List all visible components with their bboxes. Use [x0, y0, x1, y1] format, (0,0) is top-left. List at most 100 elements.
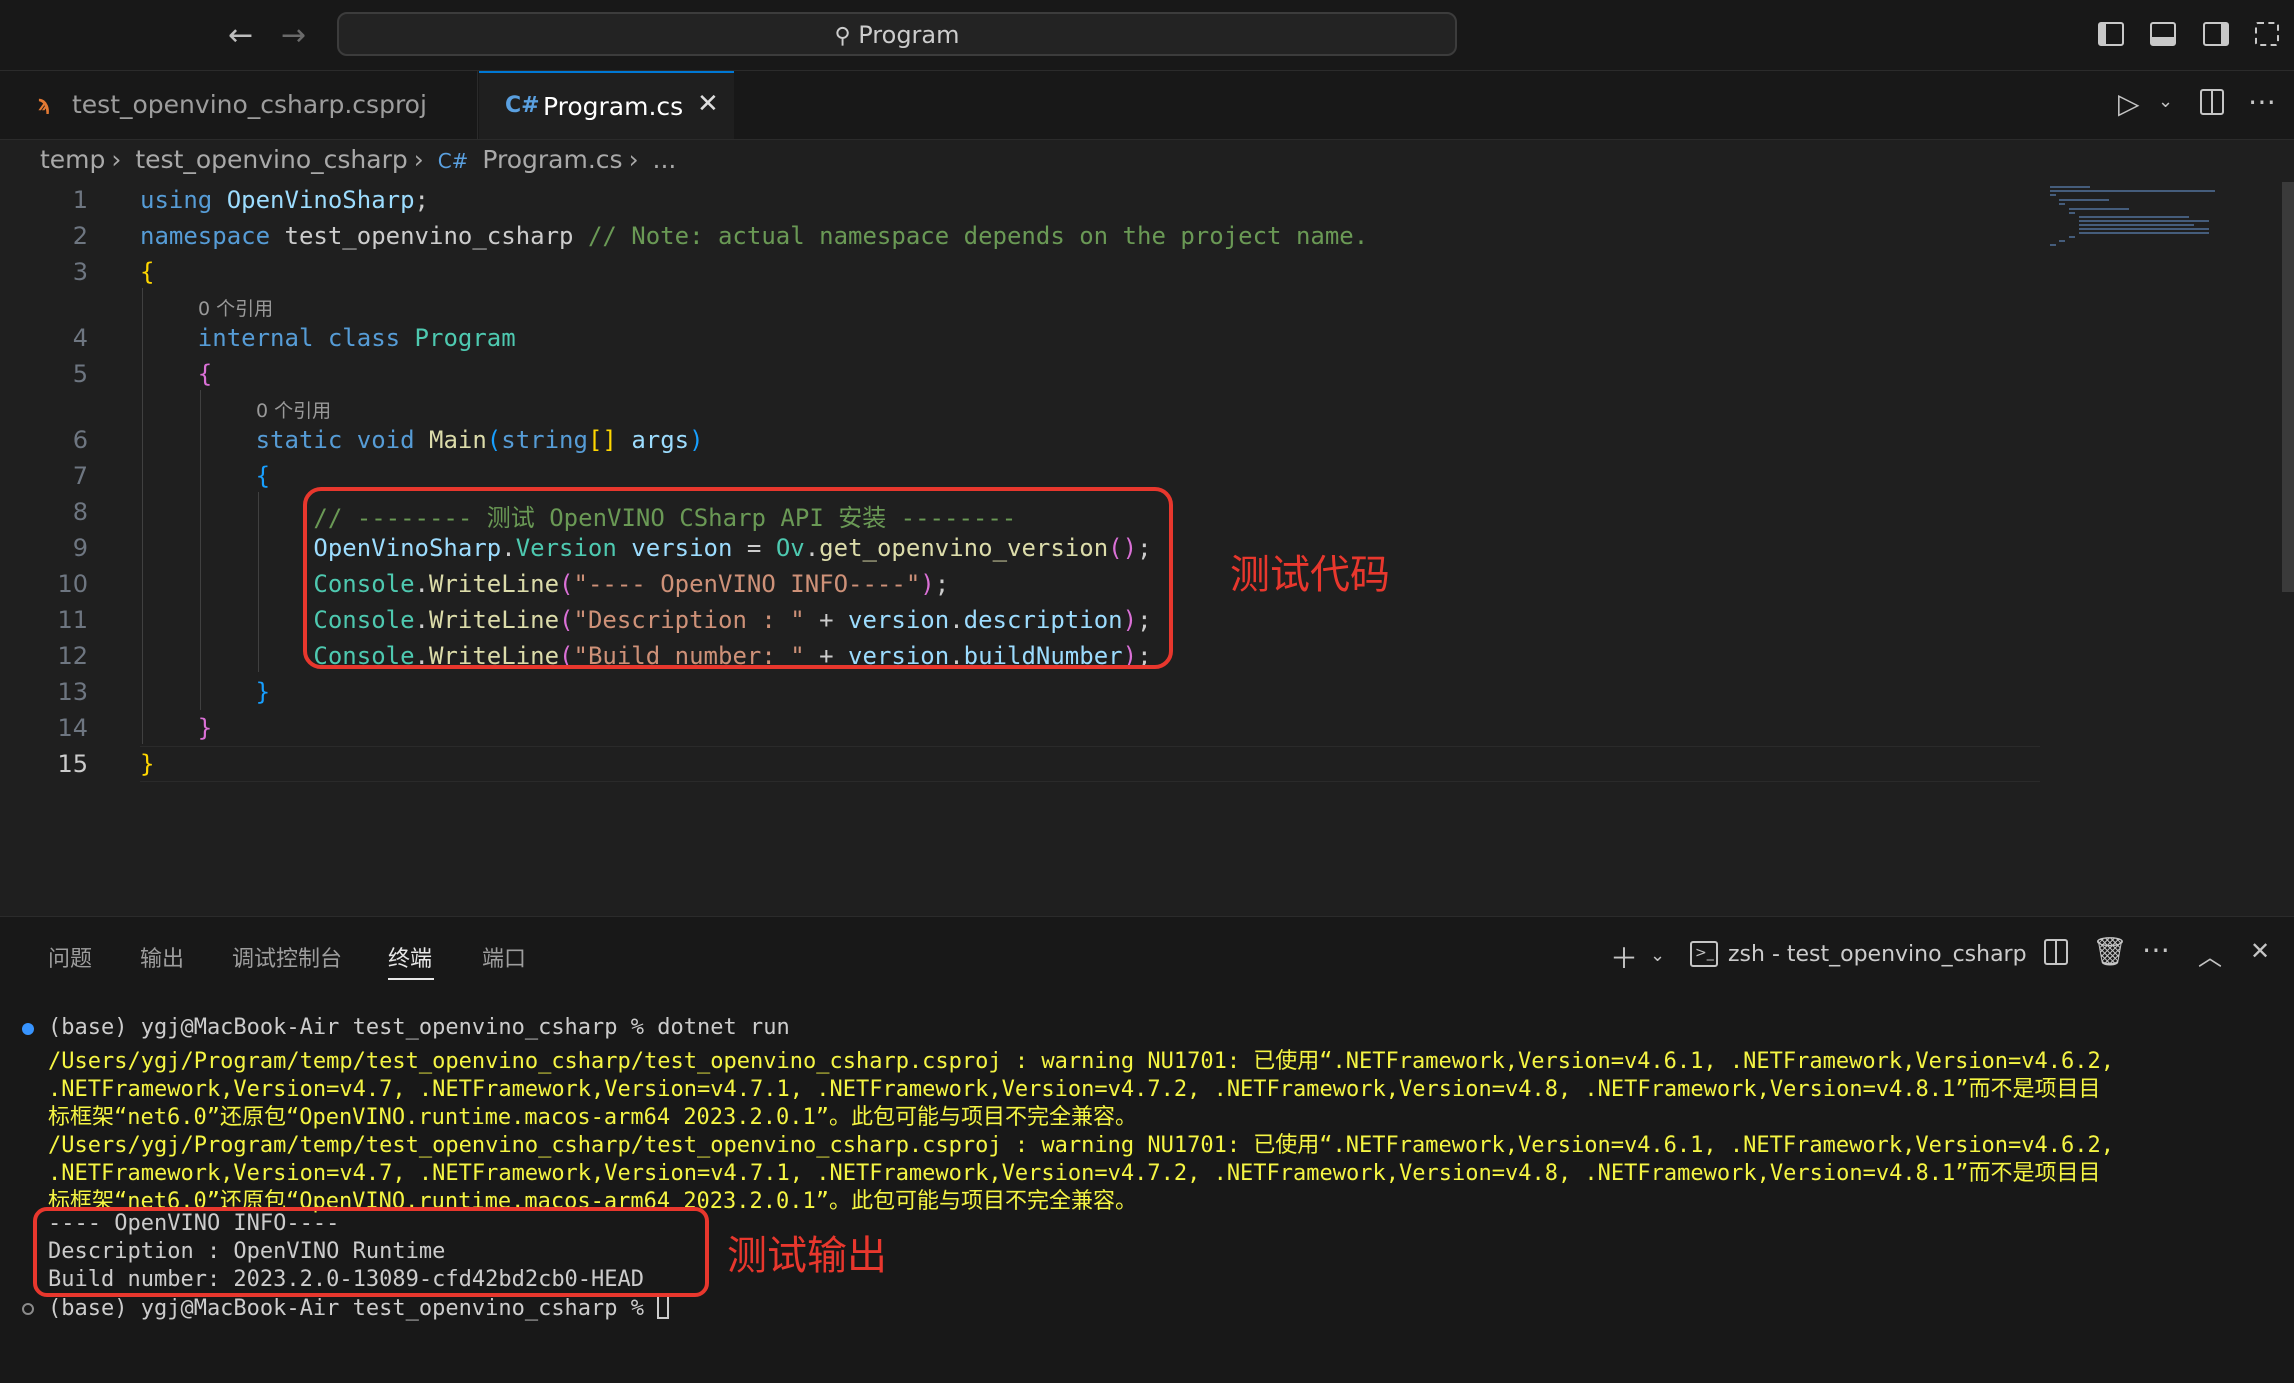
token: } [140, 750, 155, 778]
breadcrumb-item[interactable]: Program.cs [482, 145, 622, 174]
minimap[interactable] [2045, 182, 2235, 252]
tab-csproj[interactable]: ϡ test_openvino_csharp.csproj [8, 71, 478, 139]
token: OpenVinoSharp [226, 186, 415, 214]
breadcrumb-item[interactable]: temp [40, 145, 105, 174]
token: { [197, 360, 213, 388]
token: } [197, 714, 213, 742]
breadcrumb-item[interactable]: test_openvino_csharp [135, 145, 407, 174]
line-number: 5 [72, 360, 88, 388]
line-number: 11 [57, 606, 88, 634]
current-line-highlight [140, 746, 2040, 782]
codelens-references[interactable]: 0 个引用 [198, 294, 273, 321]
token: static [255, 426, 343, 454]
token: namespace [140, 222, 271, 250]
terminal-prompt: (base) ygj@MacBook-Air test_openvino_csh… [48, 1296, 658, 1321]
chevron-down-icon[interactable]: ⌄ [2158, 91, 2173, 112]
run-debug-icon[interactable]: ▷ [2118, 87, 2140, 120]
breadcrumb-item[interactable]: ... [653, 145, 677, 174]
tab-label: test_openvino_csharp.csproj [72, 90, 427, 119]
terminal-instance-name[interactable]: zsh - test_openvino_csharp [1728, 942, 2027, 967]
chevron-down-icon[interactable]: ⌄ [1650, 945, 1665, 966]
more-actions-icon[interactable]: ⋯ [2142, 933, 2170, 966]
annotation-box-code [303, 487, 1173, 669]
editor-tab-bar: ϡ test_openvino_csharp.csproj C# Program… [0, 71, 2294, 140]
codelens-references[interactable]: 0 个引用 [256, 396, 331, 423]
plus-icon[interactable]: ＋ [1610, 937, 1638, 977]
token: ( [486, 426, 502, 454]
toggle-primary-sidebar-icon[interactable] [2098, 22, 2124, 46]
line-number: 12 [57, 642, 88, 670]
close-panel-icon[interactable]: ✕ [2250, 937, 2270, 965]
annotation-box-output [33, 1207, 709, 1297]
toggle-panel-icon[interactable] [2150, 22, 2176, 46]
tab-terminal[interactable]: 终端 [388, 941, 432, 973]
csharp-icon: C# [437, 149, 469, 173]
code-line-13: } [140, 678, 270, 706]
token: ; [414, 186, 429, 214]
token: { [140, 258, 155, 286]
chevron-right-icon: › [111, 145, 122, 174]
customize-layout-icon[interactable] [2255, 22, 2279, 46]
terminal-cursor [657, 1295, 670, 1319]
toggle-secondary-sidebar-icon[interactable] [2203, 22, 2229, 46]
close-icon[interactable]: ✕ [697, 89, 719, 119]
token: } [255, 678, 271, 706]
active-tab-indicator [388, 978, 434, 980]
tab-debug-console[interactable]: 调试控制台 [232, 941, 342, 973]
breadcrumb: temp › test_openvino_csharp › C# Program.c… [40, 145, 682, 174]
more-actions-icon[interactable]: ⋯ [2248, 85, 2276, 118]
token: class [327, 324, 401, 352]
line-number: 13 [57, 678, 88, 706]
command-center-label: Program [858, 21, 960, 49]
line-number: 8 [72, 498, 88, 526]
code-line-1: using OpenVinoSharp; [140, 186, 429, 214]
line-number-active: 15 [57, 750, 88, 778]
token: void [356, 426, 415, 454]
code-line-5: { [140, 360, 212, 388]
token: [] [587, 426, 617, 454]
token: args [631, 426, 690, 454]
token: // Note: actual namespace depends on the… [587, 222, 1369, 250]
forward-arrow-icon[interactable]: → [281, 18, 306, 53]
token: string [501, 426, 588, 454]
code-line-4: internal class Program [140, 324, 516, 352]
command-success-icon[interactable] [22, 1023, 34, 1035]
maximize-panel-icon[interactable]: ︿ [2198, 937, 2222, 972]
rss-icon: ϡ [38, 91, 51, 115]
title-bar: ← → ⚲ Program [0, 0, 2294, 71]
line-number: 7 [72, 462, 88, 490]
code-line-7: { [140, 462, 270, 490]
split-terminal-icon[interactable] [2044, 939, 2068, 965]
tab-ports[interactable]: 端口 [482, 941, 526, 973]
command-center-search[interactable]: ⚲ Program [337, 12, 1457, 56]
line-number: 4 [72, 324, 88, 352]
command-pending-icon[interactable] [22, 1303, 34, 1315]
code-line-14: } [140, 714, 212, 742]
annotation-label-code: 测试代码 [1230, 552, 1390, 598]
line-number: 14 [57, 714, 88, 742]
code-line-15: } [140, 750, 154, 778]
line-number: 10 [57, 570, 88, 598]
tab-program-cs[interactable]: C# Program.cs ✕ [479, 71, 734, 139]
line-number: 3 [72, 258, 88, 286]
code-line-2: namespace test_openvino_csharp // Note: … [140, 222, 1368, 250]
code-editor[interactable]: 1 2 3 4 5 6 7 8 9 10 11 12 13 14 15 usin… [0, 180, 2294, 915]
csharp-icon: C# [505, 93, 540, 118]
code-line-3: { [140, 258, 154, 286]
token: Main [429, 426, 487, 454]
tab-output[interactable]: 输出 [140, 941, 184, 973]
line-number: 6 [72, 426, 88, 454]
editor-scrollbar[interactable] [2282, 182, 2294, 592]
token: using [140, 186, 213, 214]
token: internal [197, 324, 314, 352]
terminal-line: (base) ygj@MacBook-Air test_openvino_csh… [48, 1015, 790, 1040]
chevron-right-icon: › [628, 145, 639, 174]
tab-problems[interactable]: 问题 [48, 941, 92, 973]
back-arrow-icon[interactable]: ← [228, 18, 253, 53]
trash-icon[interactable]: 🗑 [2092, 935, 2128, 968]
split-editor-icon[interactable] [2200, 89, 2224, 115]
token: ) [689, 426, 704, 454]
annotation-label-output: 测试输出 [727, 1233, 887, 1279]
terminal-prompt-line[interactable]: (base) ygj@MacBook-Air test_openvino_csh… [48, 1295, 670, 1321]
token: Program [414, 324, 516, 352]
